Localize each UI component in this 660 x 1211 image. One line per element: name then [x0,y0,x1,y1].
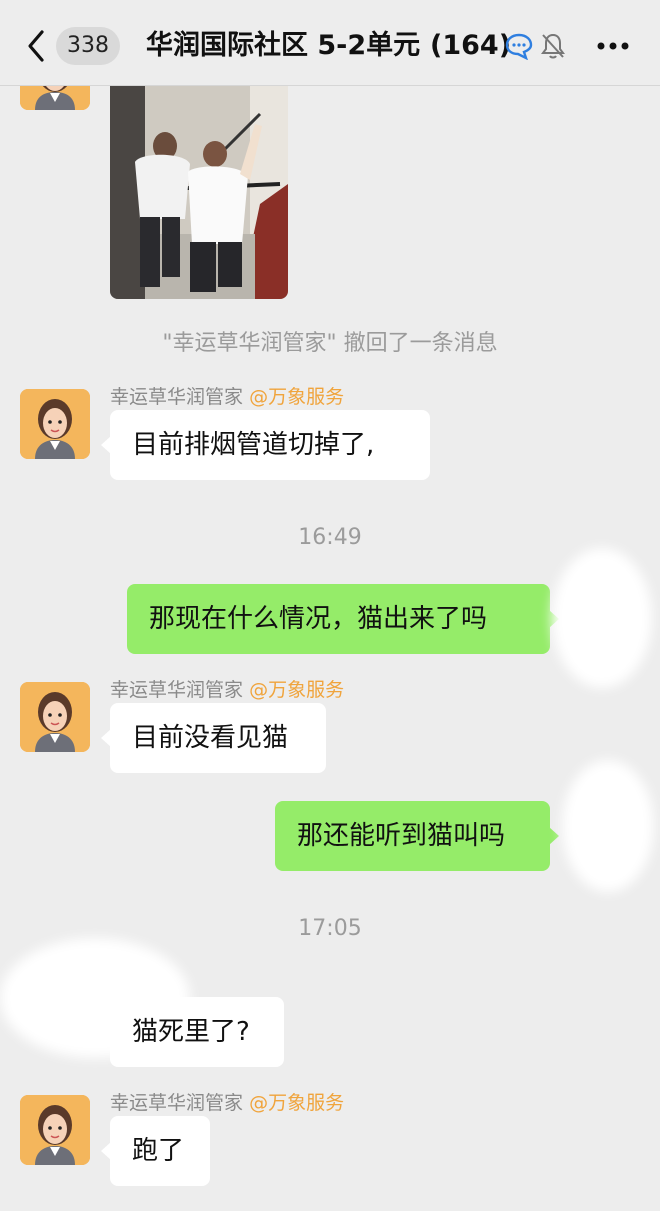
sender-tag: @万象服务 [249,1092,345,1114]
sender-name: 幸运草华润管家 @万象服务 [110,675,344,702]
chat-bubble-icon[interactable] [504,32,534,60]
message-bubble[interactable]: 跑了 [101,1116,210,1186]
chat-header: 338 华润国际社区 5-2单元 (164) [0,0,660,86]
message-bubble[interactable]: 猫死里了? [101,997,284,1067]
back-icon[interactable] [22,28,52,64]
sender-name: 幸运草华润管家 @万象服务 [110,382,344,409]
recall-notice: "幸运草华润管家" 撤回了一条消息 [162,331,498,356]
sender-tag: @万象服务 [249,386,345,408]
manager-avatar[interactable] [20,682,90,752]
message-bubble-outgoing[interactable]: 那还能听到猫叫吗 [275,801,559,871]
sender-nickname: 幸运草华润管家 [110,386,244,408]
more-icon[interactable] [596,38,630,54]
mute-bell-icon[interactable] [540,32,566,60]
sender-tag: @万象服务 [249,679,345,701]
message-bubble[interactable]: 目前没看见猫 [101,703,326,773]
timestamp: 16:49 [298,525,362,550]
blurred-avatar [562,760,654,892]
blurred-avatar [552,548,652,688]
manager-avatar[interactable] [20,1095,90,1165]
manager-avatar[interactable] [20,389,90,459]
sender-nickname: 幸运草华润管家 [110,679,244,701]
photo-message[interactable] [110,84,288,299]
member-count: (164) [430,26,512,66]
unread-count-badge[interactable]: 338 [56,27,120,65]
sender-name: 幸运草华润管家 @万象服务 [110,1088,344,1115]
message-bubble-outgoing[interactable]: 那现在什么情况，猫出来了吗 [127,584,559,654]
sender-nickname: 幸运草华润管家 [110,1092,244,1114]
message-bubble[interactable]: 目前排烟管道切掉了, [101,410,430,480]
